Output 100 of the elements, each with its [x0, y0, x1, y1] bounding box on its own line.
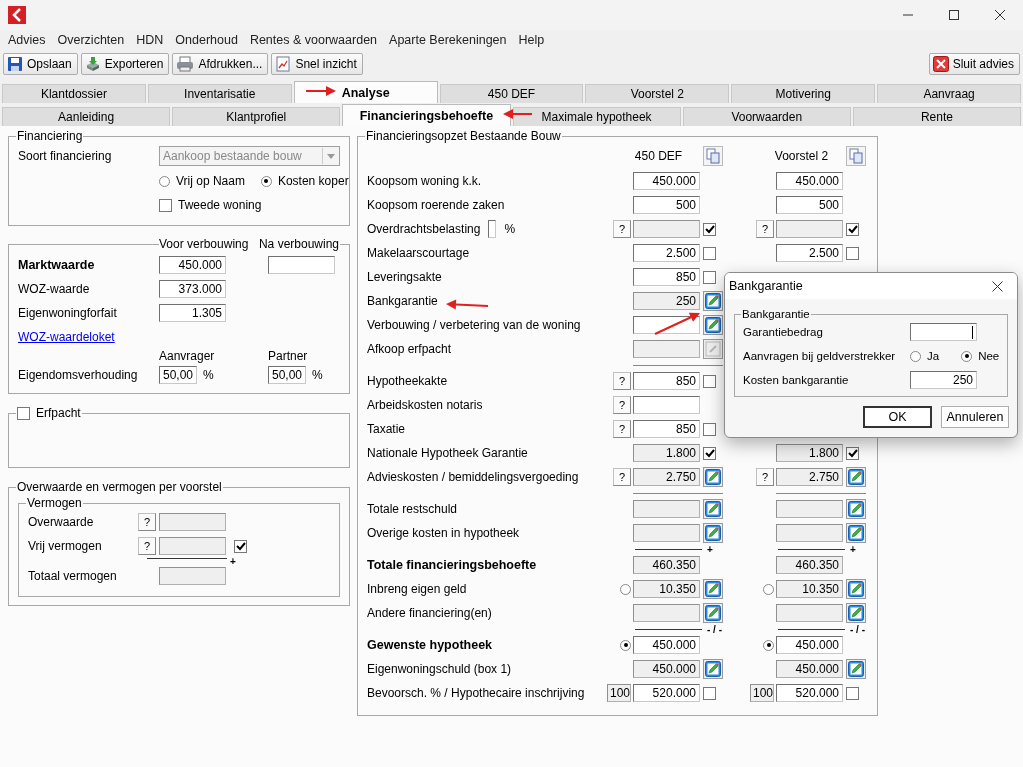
readonly-field[interactable]: [159, 537, 226, 555]
checkbox[interactable]: [703, 374, 716, 388]
tab[interactable]: Klantdossier: [2, 84, 146, 103]
amount-field[interactable]: 250: [910, 371, 977, 389]
percentage-field[interactable]: [488, 220, 497, 238]
dialog-button[interactable]: OK: [863, 406, 932, 428]
edit-button[interactable]: [703, 523, 723, 543]
menu-item[interactable]: Onderhoud: [169, 33, 244, 47]
tab[interactable]: Maximale hypotheek: [512, 107, 681, 126]
checkbox[interactable]: [703, 446, 716, 460]
help-button[interactable]: ?: [613, 468, 631, 486]
amount-field[interactable]: 500: [776, 196, 843, 214]
readonly-field[interactable]: 10.350: [776, 580, 843, 598]
tab[interactable]: Voorstel 2: [585, 84, 730, 103]
readonly-field[interactable]: [633, 500, 700, 518]
edit-button[interactable]: [846, 579, 866, 599]
tab[interactable]: Inventarisatie: [147, 84, 292, 103]
input-field[interactable]: 373.000: [159, 280, 226, 298]
checkbox[interactable]: [159, 198, 172, 212]
readonly-field[interactable]: 460.350: [776, 556, 843, 574]
toolbar-button[interactable]: Afdrukken...: [172, 53, 269, 75]
readonly-field[interactable]: 250: [633, 292, 700, 310]
edit-button[interactable]: [703, 499, 723, 519]
checkbox[interactable]: [846, 686, 859, 700]
radio-button[interactable]: [763, 639, 774, 651]
edit-button[interactable]: [846, 523, 866, 543]
toolbar-button[interactable]: Exporteren: [80, 53, 170, 75]
checkbox[interactable]: [703, 422, 716, 436]
edit-button[interactable]: [703, 291, 723, 311]
edit-button[interactable]: [703, 467, 723, 487]
readonly-field[interactable]: 1.800: [633, 444, 700, 462]
amount-field[interactable]: 850: [633, 372, 700, 390]
toolbar-button[interactable]: Snel inzicht: [271, 53, 363, 75]
radio-button[interactable]: [763, 583, 774, 595]
edit-button[interactable]: [703, 315, 723, 335]
amount-field[interactable]: 520.000: [633, 684, 700, 702]
readonly-field[interactable]: [776, 604, 843, 622]
help-button[interactable]: ?: [138, 537, 156, 555]
amount-field[interactable]: 450.000: [633, 636, 700, 654]
toolbar-button[interactable]: Opslaan: [3, 53, 78, 75]
amount-field[interactable]: 850: [633, 268, 700, 286]
edit-button[interactable]: [703, 579, 723, 599]
help-button[interactable]: ?: [613, 420, 631, 438]
readonly-field[interactable]: 10.350: [633, 580, 700, 598]
help-button[interactable]: ?: [613, 372, 631, 390]
input-field[interactable]: 50,00: [159, 366, 197, 384]
readonly-field[interactable]: [159, 513, 226, 531]
edit-button[interactable]: [846, 467, 866, 487]
dialog-button[interactable]: Annuleren: [941, 406, 1009, 428]
menu-item[interactable]: Aparte Berekeningen: [383, 33, 513, 47]
help-button[interactable]: ?: [756, 220, 774, 238]
radio-button[interactable]: [961, 350, 973, 362]
edit-button[interactable]: [703, 659, 723, 679]
input-field[interactable]: 50,00: [268, 366, 306, 384]
menu-item[interactable]: Help: [512, 33, 551, 47]
readonly-field[interactable]: [633, 524, 700, 542]
checkbox[interactable]: [703, 222, 716, 236]
tab[interactable]: Aanvraag: [877, 84, 1021, 103]
radio-button[interactable]: [159, 175, 170, 187]
help-button[interactable]: ?: [613, 220, 631, 238]
copy-button[interactable]: [703, 146, 723, 166]
readonly-field[interactable]: [159, 567, 226, 585]
radio-button[interactable]: [620, 639, 631, 651]
edit-button[interactable]: [703, 603, 723, 623]
readonly-field[interactable]: 460.350: [633, 556, 700, 574]
checkbox[interactable]: [846, 446, 859, 460]
input-field[interactable]: 1.305: [159, 304, 226, 322]
readonly-field[interactable]: [776, 500, 843, 518]
help-button[interactable]: ?: [613, 396, 631, 414]
tab[interactable]: Klantprofiel: [172, 107, 341, 126]
menu-item[interactable]: Rentes & voorwaarden: [243, 33, 384, 47]
input-field[interactable]: [268, 256, 335, 274]
tab[interactable]: Rente: [852, 107, 1021, 126]
help-button[interactable]: ?: [756, 468, 774, 486]
radio-button[interactable]: [260, 175, 272, 187]
tab[interactable]: Financieringsbehoefte: [342, 104, 511, 126]
checkbox[interactable]: [703, 686, 716, 700]
readonly-field[interactable]: [776, 220, 843, 238]
amount-field[interactable]: [633, 316, 700, 334]
amount-field[interactable]: 2.500: [633, 244, 700, 262]
edit-button[interactable]: [846, 603, 866, 623]
help-button[interactable]: ?: [138, 513, 156, 531]
close-advice-button[interactable]: Sluit advies: [928, 53, 1020, 75]
tab[interactable]: Analyse: [293, 81, 438, 103]
readonly-field[interactable]: 2.750: [633, 468, 700, 486]
amount-field[interactable]: [633, 396, 700, 414]
radio-button[interactable]: [910, 350, 921, 362]
readonly-field[interactable]: [776, 524, 843, 542]
amount-field[interactable]: 520.000: [776, 684, 843, 702]
radio-button[interactable]: [620, 583, 631, 595]
tab[interactable]: 450 DEF: [439, 84, 584, 103]
menu-item[interactable]: HDN: [130, 33, 170, 47]
amount-field[interactable]: 850: [633, 420, 700, 438]
amount-field[interactable]: 450.000: [633, 172, 700, 190]
amount-field[interactable]: 500: [633, 196, 700, 214]
readonly-field[interactable]: 450.000: [776, 660, 843, 678]
input-field[interactable]: 450.000: [159, 256, 226, 274]
tab[interactable]: Aanleiding: [2, 107, 171, 126]
readonly-field[interactable]: 450.000: [633, 660, 700, 678]
amount-field[interactable]: 450.000: [776, 636, 843, 654]
